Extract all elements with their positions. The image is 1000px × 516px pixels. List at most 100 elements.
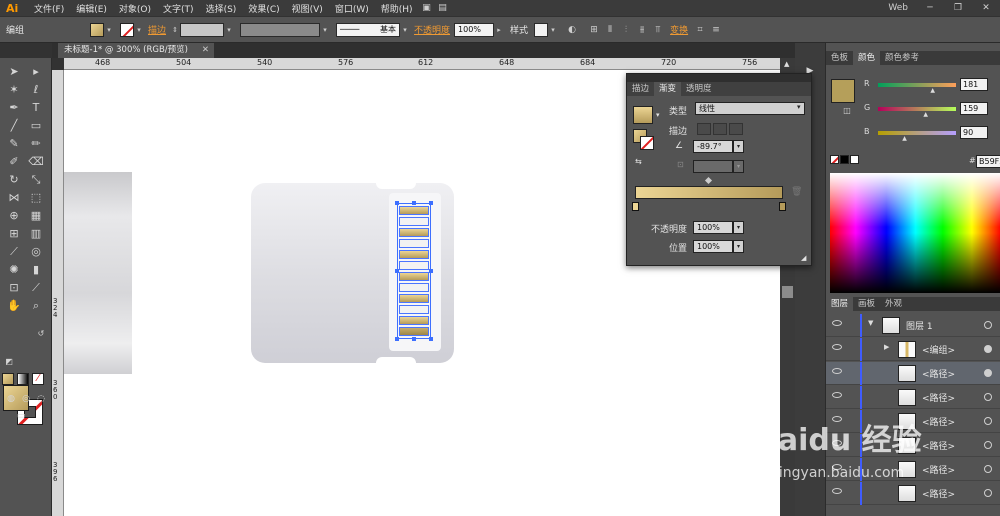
align-top-icon[interactable]: ⫪	[650, 23, 666, 37]
tab-color-guide[interactable]: 颜色参考	[880, 51, 924, 65]
hex-value-field[interactable]: B59F5	[976, 155, 1000, 168]
layer-name[interactable]: <路径>	[922, 415, 955, 428]
target-circle-icon[interactable]	[984, 345, 992, 353]
align-center-icon[interactable]: ⫶	[618, 23, 634, 37]
rotate-tool-icon[interactable]: ↻	[5, 172, 23, 188]
gap-strip[interactable]	[399, 283, 429, 292]
menu-effect[interactable]: 效果(C)	[242, 2, 285, 15]
stroke-dropdown-icon[interactable]: ▾	[134, 23, 144, 37]
lasso-tool-icon[interactable]: ℓ	[27, 82, 45, 98]
fill-swatch[interactable]	[90, 22, 105, 37]
menu-help[interactable]: 帮助(H)	[375, 2, 419, 15]
usb-plug-shape[interactable]	[64, 172, 132, 374]
tab-gradient[interactable]: 渐变	[654, 82, 682, 96]
gradient-stroke-box[interactable]	[640, 136, 654, 150]
scroll-up-icon[interactable]: ▲	[784, 60, 789, 68]
recolor-icon[interactable]: ◐	[564, 23, 580, 37]
menu-file[interactable]: 文件(F)	[28, 2, 70, 15]
stroke-weight-stepper[interactable]: ⇕	[170, 23, 180, 37]
tab-color[interactable]: 颜色	[853, 51, 881, 65]
visibility-eye-icon[interactable]	[832, 368, 842, 374]
bounding-handle[interactable]	[412, 337, 416, 341]
align-to-icon[interactable]: ⊞	[586, 23, 602, 37]
tab-transparency[interactable]: 透明度	[681, 82, 717, 96]
vertical-ruler[interactable]: 324 360 396	[52, 70, 64, 516]
bounding-handle[interactable]	[429, 269, 433, 273]
type-tool-icon[interactable]: T	[27, 100, 45, 116]
direct-selection-tool-icon[interactable]: ▸	[27, 64, 45, 80]
bounding-handle[interactable]	[412, 201, 416, 205]
layer-name[interactable]: <路径>	[922, 487, 955, 500]
gradient-preview-dropdown-icon[interactable]: ▾	[656, 111, 660, 119]
scroll-thumb[interactable]	[782, 286, 793, 298]
gap-strip[interactable]	[399, 305, 429, 314]
stroke-along-button[interactable]	[713, 123, 727, 135]
opacity-dropdown-icon[interactable]: ▾	[733, 221, 744, 234]
brush-dropdown-icon[interactable]: ▾	[400, 23, 410, 37]
bounding-handle[interactable]	[395, 269, 399, 273]
align-right-icon[interactable]: ⫵	[634, 23, 650, 37]
stroke-across-button[interactable]	[729, 123, 743, 135]
target-circle-icon[interactable]	[984, 321, 992, 329]
color-swatch[interactable]	[831, 79, 855, 103]
eyedropper-tool-icon[interactable]: ⟋	[5, 244, 23, 260]
gold-pin[interactable]	[399, 294, 429, 303]
hand-tool-icon[interactable]: ✋	[5, 298, 23, 314]
reverse-gradient-icon[interactable]: ⇆	[635, 157, 642, 166]
visibility-eye-icon[interactable]	[832, 320, 842, 326]
scale-tool-icon[interactable]: ⤡	[27, 172, 45, 188]
stroke-weight-dropdown-icon[interactable]: ▾	[224, 23, 234, 37]
slice-tool-icon[interactable]: ⟋	[27, 280, 45, 296]
pencil-tool-icon[interactable]: ✏	[27, 136, 45, 152]
gold-pin[interactable]	[399, 228, 429, 237]
gold-pin[interactable]	[399, 206, 429, 215]
symbol-sprayer-tool-icon[interactable]: ✺	[5, 262, 23, 278]
opacity-dropdown-icon[interactable]: ▸	[494, 23, 504, 37]
red-slider[interactable]: R ▲ 181	[864, 78, 1000, 94]
panel-grip[interactable]	[627, 74, 811, 82]
menu-window[interactable]: 窗口(W)	[329, 2, 375, 15]
blue-value-field[interactable]: 90	[960, 126, 988, 139]
none-color-swatch[interactable]	[830, 155, 839, 164]
paintbrush-tool-icon[interactable]: ✎	[5, 136, 23, 152]
menu-object[interactable]: 对象(O)	[113, 2, 157, 15]
arrange-documents-icon[interactable]: ▤	[435, 1, 451, 15]
selected-pin-group[interactable]	[397, 203, 431, 339]
transform-link[interactable]: 变换	[666, 23, 692, 36]
bounding-handle[interactable]	[429, 337, 433, 341]
gap-strip[interactable]	[399, 261, 429, 270]
magic-wand-tool-icon[interactable]: ✶	[5, 82, 23, 98]
align-left-icon[interactable]: ⫴	[602, 23, 618, 37]
selection-tool-icon[interactable]: ➤	[5, 64, 23, 80]
line-tool-icon[interactable]: ╱	[5, 118, 23, 134]
delete-stop-icon[interactable]: 🗑	[791, 187, 802, 197]
bounding-handle[interactable]	[395, 201, 399, 205]
gradient-stop-right[interactable]	[779, 202, 786, 211]
layer-name[interactable]: <路径>	[922, 391, 955, 404]
gradient-location-field[interactable]: 100%	[693, 240, 733, 253]
workspace-switcher[interactable]: Web	[880, 3, 916, 13]
visibility-eye-icon[interactable]	[832, 344, 842, 350]
shape-builder-tool-icon[interactable]: ⊕	[5, 208, 23, 224]
none-mode-button[interactable]: ⁄	[32, 373, 44, 385]
blend-tool-icon[interactable]: ◎	[27, 244, 45, 260]
screen-mode-icon[interactable]: ▭	[12, 408, 30, 424]
style-dropdown-icon[interactable]: ▾	[548, 23, 558, 37]
target-circle-icon[interactable]	[984, 441, 992, 449]
close-button[interactable]: ✕	[972, 3, 1000, 13]
menu-type[interactable]: 文字(T)	[157, 2, 200, 15]
horizontal-ruler[interactable]: 468 504 540 576 612 648 684 720 756	[64, 58, 780, 70]
bounding-handle[interactable]	[395, 337, 399, 341]
layer-name[interactable]: 图层 1	[906, 319, 933, 332]
stroke-weight-field[interactable]	[180, 22, 225, 37]
gradient-stop-left[interactable]	[632, 202, 639, 211]
graph-tool-icon[interactable]: ▮	[27, 262, 45, 278]
layer-name[interactable]: <路径>	[922, 463, 955, 476]
artboard-tool-icon[interactable]: ⊡	[5, 280, 23, 296]
target-circle-icon[interactable]	[984, 417, 992, 425]
close-tab-icon[interactable]: ✕	[202, 43, 209, 58]
target-circle-icon[interactable]	[984, 393, 992, 401]
fill-dropdown-icon[interactable]: ▾	[104, 23, 114, 37]
gradient-mode-button[interactable]	[17, 373, 29, 385]
stroke-within-button[interactable]	[697, 123, 711, 135]
